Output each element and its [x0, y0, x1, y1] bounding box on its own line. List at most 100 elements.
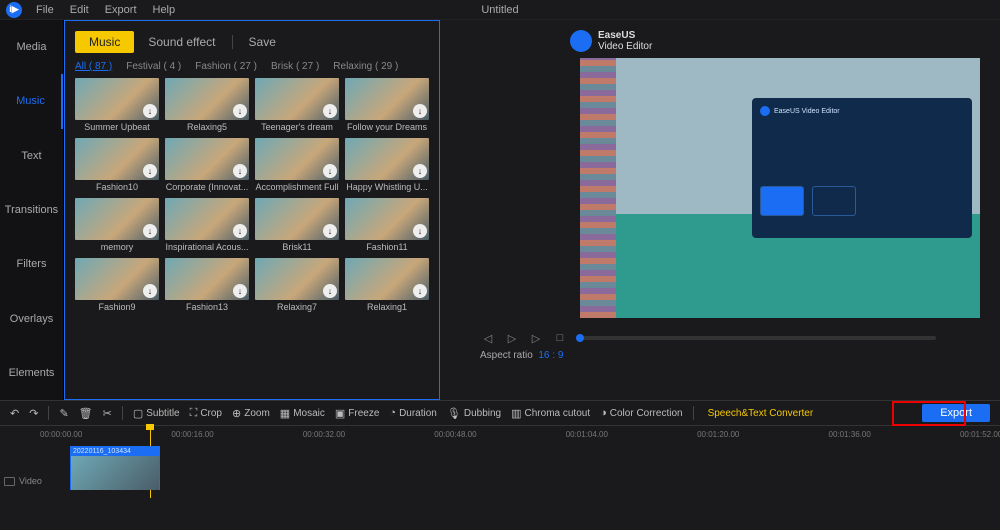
item-thumbnail: ↓ — [255, 198, 339, 240]
separator — [693, 406, 694, 420]
library-item[interactable]: ↓Follow your Dreams — [345, 78, 429, 132]
library-item[interactable]: ↓Fashion11 — [345, 198, 429, 252]
download-icon[interactable]: ↓ — [323, 224, 337, 238]
split-button[interactable]: ✂ — [103, 407, 112, 420]
download-icon[interactable]: ↓ — [413, 224, 427, 238]
library-item[interactable]: ↓ Relaxing7 — [255, 258, 339, 312]
separator — [122, 406, 123, 420]
item-thumbnail: ↓ — [255, 78, 339, 120]
timeline-clip[interactable]: 20220116_103434 — [70, 446, 160, 490]
library-item[interactable]: ↓Inspirational Acous... — [165, 198, 249, 252]
video-track[interactable]: 20220116_103434 — [40, 443, 960, 493]
separator — [232, 35, 233, 49]
next-frame-icon[interactable]: ▷ — [528, 330, 544, 346]
library-item[interactable]: ↓ Relaxing5 — [165, 78, 249, 132]
library-item[interactable]: ↓Summer Upbeat — [75, 78, 159, 132]
download-icon[interactable]: ↓ — [143, 224, 157, 238]
duration-button[interactable]: ◔Duration — [389, 407, 436, 419]
category-row: All ( 87 ) Festival ( 4 ) Fashion ( 27 )… — [75, 61, 429, 72]
download-icon[interactable]: ↓ — [143, 164, 157, 178]
subtab-save[interactable]: Save — [235, 31, 290, 53]
library-item[interactable]: ↓Teenager's dream — [255, 78, 339, 132]
cat-brisk[interactable]: Brisk ( 27 ) — [271, 61, 319, 72]
library-item[interactable]: ↓Fashion13 — [165, 258, 249, 312]
subtab-music[interactable]: Music — [75, 31, 134, 53]
library-item[interactable]: ↓memory — [75, 198, 159, 252]
download-icon[interactable]: ↓ — [233, 284, 247, 298]
item-label: Relaxing7 — [255, 302, 339, 312]
brand-line2: Video Editor — [598, 41, 652, 52]
video-track-label: Video — [4, 476, 42, 486]
aspect-value[interactable]: 16 : 9 — [538, 350, 563, 361]
dubbing-button[interactable]: 🎙Dubbing — [447, 407, 501, 420]
item-thumbnail: ↓ — [165, 258, 249, 300]
download-icon[interactable]: ↓ — [323, 164, 337, 178]
menu-edit[interactable]: Edit — [62, 4, 97, 16]
subtitle-icon: ▢ — [133, 407, 143, 420]
library-item[interactable]: ↓Fashion9 — [75, 258, 159, 312]
redo-button[interactable]: ↷ — [29, 407, 38, 420]
tab-transitions[interactable]: Transitions — [0, 183, 63, 237]
freeze-icon: ▣ — [335, 407, 345, 420]
library-item[interactable]: ↓Accomplishment Full — [255, 138, 339, 192]
freeze-button[interactable]: ▣Freeze — [335, 407, 380, 420]
tab-text[interactable]: Text — [0, 129, 63, 183]
tab-filters[interactable]: Filters — [0, 237, 63, 291]
menu-file[interactable]: File — [28, 4, 62, 16]
item-thumbnail: ↓ — [345, 258, 429, 300]
library-item[interactable]: ↓ Fashion10 — [75, 138, 159, 192]
speech-text-converter[interactable]: Speech&Text Converter — [708, 408, 814, 419]
edit-button[interactable]: ✎ — [59, 407, 68, 420]
delete-button[interactable]: 🗑 — [79, 407, 93, 420]
color-button[interactable]: ◑Color Correction — [600, 407, 682, 419]
library-item[interactable]: ↓Happy Whistling U... — [345, 138, 429, 192]
download-icon[interactable]: ↓ — [323, 104, 337, 118]
cat-fashion[interactable]: Fashion ( 27 ) — [195, 61, 257, 72]
library-item[interactable]: ↓Corporate (Innovat... — [165, 138, 249, 192]
time-ruler[interactable]: 00:00:00.0000:00:16.0000:00:32.0000:00:4… — [40, 430, 960, 439]
item-label: Relaxing5 — [165, 122, 249, 132]
library-item[interactable]: ↓ Relaxing1 — [345, 258, 429, 312]
tab-media[interactable]: Media — [0, 20, 63, 74]
tab-overlays[interactable]: Overlays — [0, 291, 63, 345]
download-icon[interactable]: ↓ — [143, 104, 157, 118]
subtitle-button[interactable]: ▢Subtitle — [133, 407, 180, 420]
item-label: Fashion10 — [75, 182, 159, 192]
cat-all[interactable]: All ( 87 ) — [75, 61, 112, 72]
mosaic-button[interactable]: ▦Mosaic — [280, 407, 325, 420]
download-icon[interactable]: ↓ — [233, 164, 247, 178]
preview-window-title: EaseUS Video Editor — [774, 108, 840, 115]
left-tabs: Media Music Text Transitions Filters Ove… — [0, 20, 64, 400]
prev-frame-icon[interactable]: ◁ — [480, 330, 496, 346]
download-icon[interactable]: ↓ — [413, 284, 427, 298]
cat-festival[interactable]: Festival ( 4 ) — [126, 61, 181, 72]
item-thumbnail: ↓ — [345, 138, 429, 180]
trash-icon: 🗑 — [79, 407, 93, 420]
download-icon[interactable]: ↓ — [143, 284, 157, 298]
menubar: i▶ File Edit Export Help Untitled — [0, 0, 1000, 20]
preview-scrubber[interactable] — [576, 336, 936, 340]
download-icon[interactable]: ↓ — [323, 284, 337, 298]
crop-button[interactable]: ⛶Crop — [190, 407, 222, 420]
download-icon[interactable]: ↓ — [413, 164, 427, 178]
stop-icon[interactable]: □ — [552, 330, 568, 346]
download-icon[interactable]: ↓ — [233, 224, 247, 238]
undo-button[interactable]: ↶ — [10, 407, 19, 420]
menu-export[interactable]: Export — [97, 4, 145, 16]
item-label: Relaxing1 — [345, 302, 429, 312]
subtab-sound-effect[interactable]: Sound effect — [134, 31, 229, 53]
download-icon[interactable]: ↓ — [413, 104, 427, 118]
library-item[interactable]: ↓Brisk11 — [255, 198, 339, 252]
play-icon[interactable]: ▷ — [504, 330, 520, 346]
clip-title: 20220116_103434 — [71, 447, 159, 456]
cat-relaxing[interactable]: Relaxing ( 29 ) — [333, 61, 398, 72]
tab-elements[interactable]: Elements — [0, 346, 63, 400]
item-thumbnail: ↓ — [75, 78, 159, 120]
tab-music[interactable]: Music — [0, 74, 63, 128]
download-icon[interactable]: ↓ — [233, 104, 247, 118]
zoom-button[interactable]: ⊕Zoom — [232, 407, 270, 420]
chroma-button[interactable]: ▥Chroma cutout — [511, 407, 590, 420]
separator — [48, 406, 49, 420]
preview-monitor: EaseUS Video Editor — [580, 58, 980, 318]
menu-help[interactable]: Help — [145, 4, 184, 16]
